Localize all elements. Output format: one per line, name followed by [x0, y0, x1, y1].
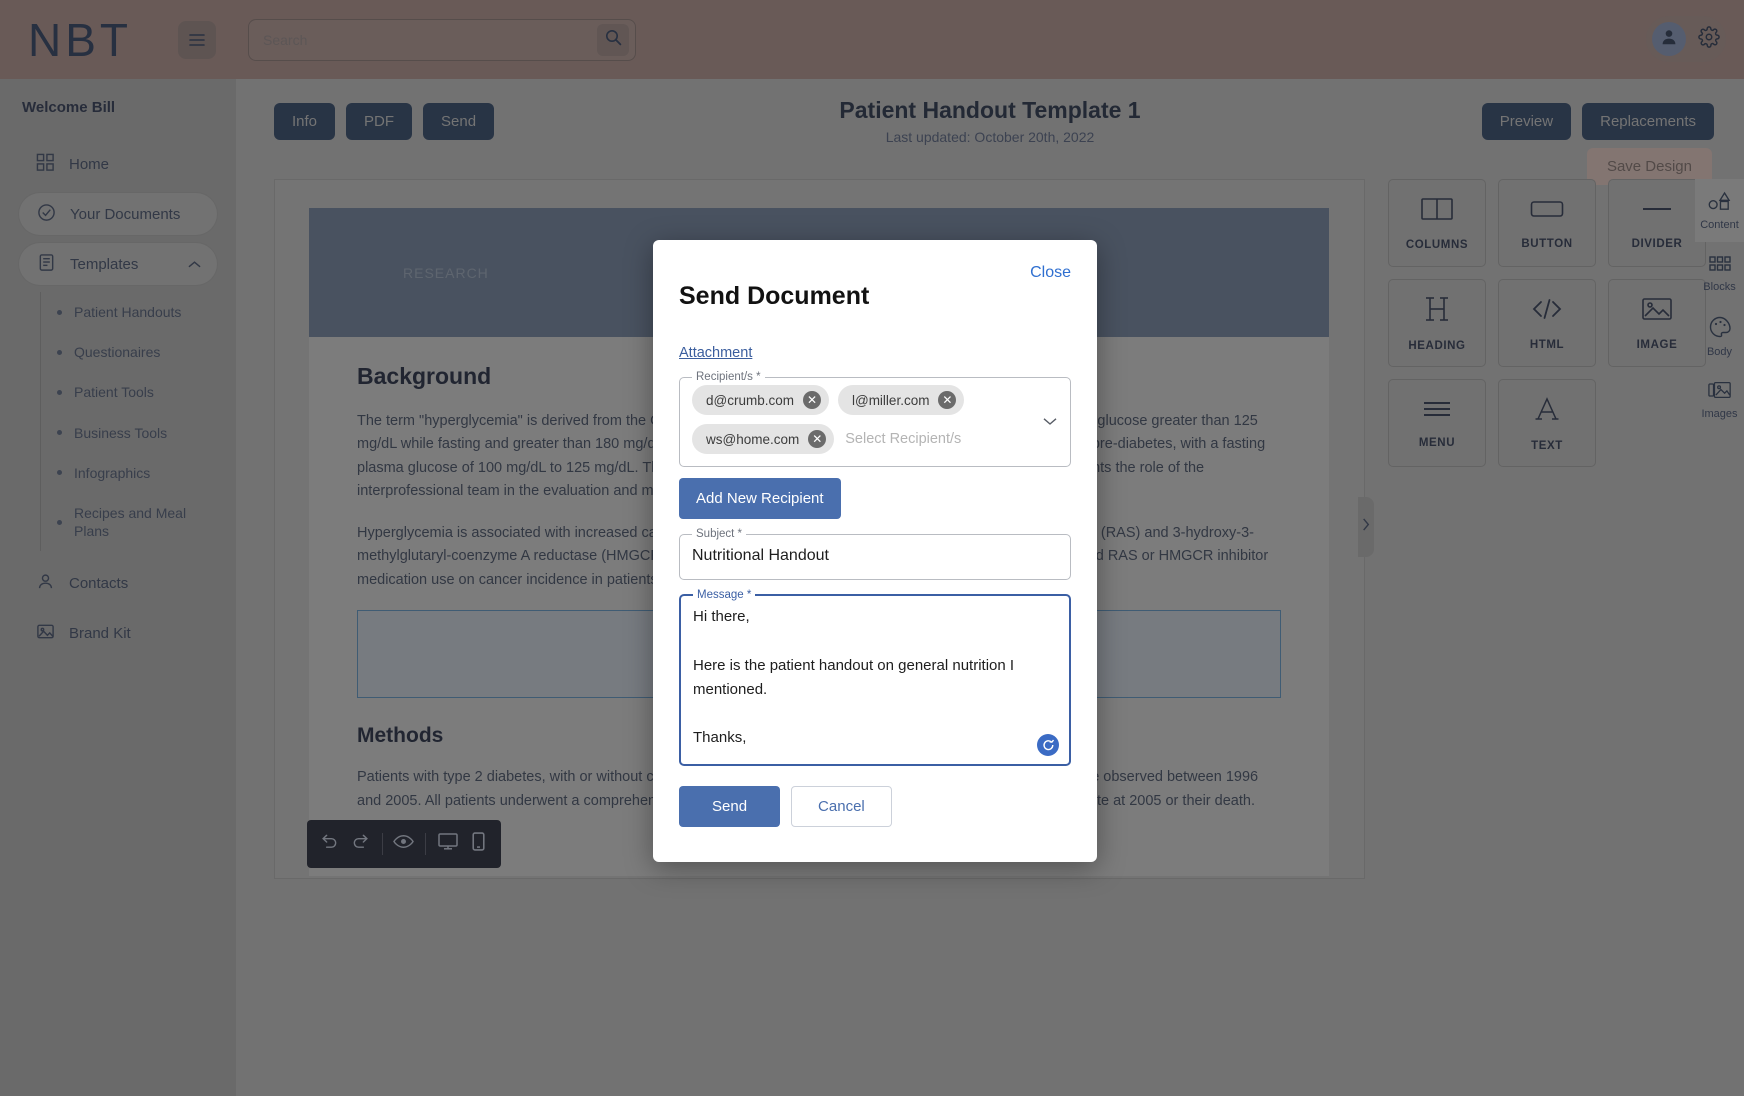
recipients-legend: Recipient/s *: [696, 371, 761, 383]
attachment-link[interactable]: Attachment: [679, 345, 752, 361]
recipient-chip[interactable]: d@crumb.com ✕: [692, 385, 829, 415]
modal-send-button[interactable]: Send: [679, 786, 781, 827]
subject-input[interactable]: [690, 540, 1060, 569]
recipient-chip[interactable]: l@miller.com ✕: [837, 385, 965, 415]
app-root: NBT Search Welcome Bill Home Your Docume…: [0, 0, 1744, 1096]
message-textarea[interactable]: [691, 601, 1059, 749]
modal-action-buttons: Send Cancel: [679, 786, 1071, 827]
recipient-chip[interactable]: ws@home.com ✕: [692, 424, 835, 454]
recipient-email: d@crumb.com: [706, 392, 794, 408]
resize-handle-icon[interactable]: [1037, 734, 1059, 756]
recipient-email: l@miller.com: [851, 392, 930, 408]
recipient-chip-list: d@crumb.com ✕ l@miller.com ✕ ws@home.com…: [690, 383, 1060, 456]
recipients-field[interactable]: Recipient/s * d@crumb.com ✕ l@miller.com…: [679, 371, 1071, 467]
recipient-email: ws@home.com: [706, 431, 800, 447]
send-document-modal: Close Send Document Attachment Recipient…: [653, 240, 1097, 862]
chevron-down-icon[interactable]: [1043, 413, 1057, 431]
message-field[interactable]: Message *: [679, 589, 1071, 766]
modal-cancel-button[interactable]: Cancel: [791, 786, 892, 827]
subject-field[interactable]: Subject *: [679, 528, 1071, 580]
modal-title: Send Document: [679, 282, 870, 310]
remove-recipient-icon[interactable]: ✕: [802, 391, 821, 409]
close-modal-link[interactable]: Close: [1030, 264, 1071, 282]
add-new-recipient-button[interactable]: Add New Recipient: [679, 478, 841, 519]
recipients-placeholder: Select Recipient/s: [845, 431, 962, 447]
remove-recipient-icon[interactable]: ✕: [938, 391, 957, 409]
subject-legend: Subject *: [696, 528, 743, 540]
message-legend: Message *: [697, 589, 752, 601]
remove-recipient-icon[interactable]: ✕: [808, 430, 827, 448]
